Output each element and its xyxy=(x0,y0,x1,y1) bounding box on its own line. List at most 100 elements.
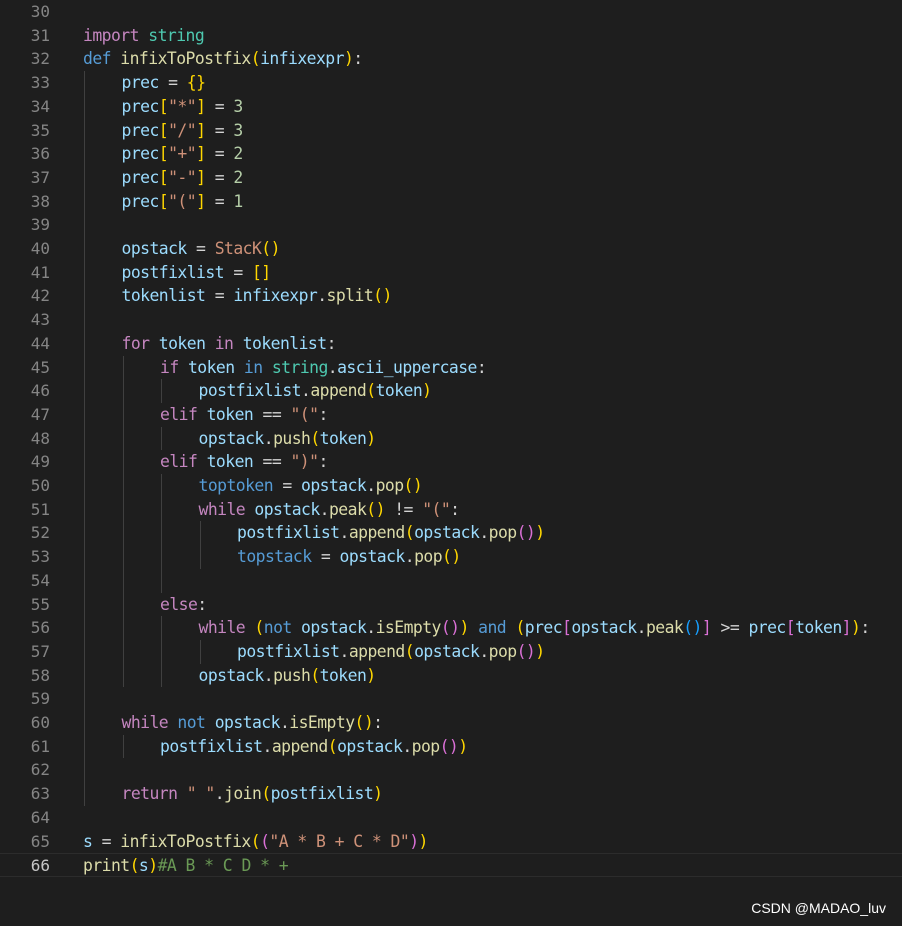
code-token: = xyxy=(205,167,234,187)
code-line[interactable]: 39 xyxy=(0,213,902,237)
code-token: pop xyxy=(488,523,518,543)
line-number: 45 xyxy=(30,357,50,377)
code-editor[interactable]: 30 31 import string 32 def infixToPostfix(in… xyxy=(0,0,902,890)
code-text: return " ".join(postfixlist) xyxy=(122,782,384,806)
indent-guide xyxy=(122,734,124,759)
code-token: s xyxy=(138,856,149,876)
code-token: ] xyxy=(701,618,712,638)
code-token: not xyxy=(177,713,206,732)
code-token: infixexpr xyxy=(260,49,344,69)
line-number: 41 xyxy=(30,262,50,282)
code-token: [ xyxy=(785,618,796,638)
line-number: 50 xyxy=(30,476,50,495)
code-line[interactable]: 56 while (not opstack.isEmpty()) and (pre… xyxy=(0,616,902,640)
code-line[interactable]: 61 postfixlist.append(opstack.pop()) xyxy=(0,735,902,759)
line-number: 54 xyxy=(30,570,50,590)
code-line[interactable]: 41 postfixlist = [] xyxy=(0,261,902,285)
code-token: ( xyxy=(310,665,320,685)
code-line[interactable]: 54 xyxy=(0,569,902,593)
indent-guide xyxy=(161,616,162,688)
code-line[interactable]: 62 xyxy=(0,758,902,782)
code-token: in xyxy=(243,357,263,377)
code-line[interactable]: 45 if token in string.ascii_uppercase: xyxy=(0,356,902,380)
code-token: toptoken xyxy=(198,476,274,495)
code-line[interactable]: 36 prec["+"] = 2 xyxy=(0,142,902,166)
indent-guide xyxy=(84,71,85,806)
code-token: ")" xyxy=(290,452,319,472)
code-line[interactable]: 51 while opstack.peak() != "(": xyxy=(0,498,902,522)
code-line[interactable]: 47 elif token == "(": xyxy=(0,403,902,427)
line-number: 31 xyxy=(30,25,50,45)
code-line[interactable]: 64 xyxy=(0,806,902,830)
code-token: while xyxy=(198,618,246,638)
code-text: import string xyxy=(83,24,205,48)
code-token: token xyxy=(187,357,235,377)
code-text: prec["("] = 1 xyxy=(122,190,244,214)
code-token: : xyxy=(318,404,328,424)
line-number: 52 xyxy=(30,523,50,543)
code-token: >= xyxy=(711,618,749,638)
code-token: 2 xyxy=(233,144,243,164)
code-line[interactable]: 40 opstack = StacK() xyxy=(0,237,902,261)
code-line[interactable]: 43 xyxy=(0,308,902,332)
code-line[interactable]: 30 xyxy=(0,0,902,24)
code-token: {} xyxy=(186,73,206,93)
code-token: topstack xyxy=(237,547,312,567)
code-token: == xyxy=(253,404,291,424)
code-token: ( xyxy=(404,523,415,543)
code-line[interactable]: 38 prec["("] = 1 xyxy=(0,190,902,214)
code-line[interactable]: 49 elif token == ")": xyxy=(0,450,902,474)
code-line[interactable]: 65 s = infixToPostfix(("A * B + C * D")) xyxy=(0,830,902,854)
code-token: ] xyxy=(196,167,206,187)
code-token: () xyxy=(516,523,536,543)
code-line[interactable]: 52 postfixlist.append(opstack.pop()) xyxy=(0,521,902,545)
code-token: opstack xyxy=(414,641,480,661)
code-line[interactable]: 37 prec["-"] = 2 xyxy=(0,166,902,190)
code-token: ) xyxy=(343,49,354,69)
code-line[interactable]: 33 prec = {} xyxy=(0,71,902,95)
line-number: 64 xyxy=(30,807,50,827)
code-line[interactable]: 63 return " ".join(postfixlist) xyxy=(0,782,902,806)
code-token: ] xyxy=(196,191,206,211)
code-line[interactable]: 60 while not opstack.isEmpty(): xyxy=(0,711,902,735)
code-text: postfixlist = [] xyxy=(122,261,272,285)
code-text: opstack.push(token) xyxy=(199,664,377,688)
code-text: prec["-"] = 2 xyxy=(122,166,244,190)
code-token: . xyxy=(327,357,338,377)
code-token: : xyxy=(476,357,487,377)
code-line[interactable]: 31 import string xyxy=(0,24,902,48)
code-line[interactable]: 32 def infixToPostfix(infixexpr): xyxy=(0,47,902,71)
code-line[interactable]: 58 opstack.push(token) xyxy=(0,664,902,688)
code-token: . xyxy=(479,641,489,661)
code-line[interactable]: 35 prec["/"] = 3 xyxy=(0,119,902,143)
code-token: peak xyxy=(328,499,367,519)
code-line[interactable]: 46 postfixlist.append(token) xyxy=(0,379,902,403)
code-token: ) xyxy=(418,831,429,851)
indent-guide xyxy=(199,521,201,569)
code-token: ( xyxy=(515,618,525,638)
code-line[interactable]: 48 opstack.push(token) xyxy=(0,427,902,451)
code-line[interactable]: 59 xyxy=(0,687,902,711)
code-token: token xyxy=(206,404,254,424)
code-line[interactable]: 66 print(s)#A B * C D * + xyxy=(0,853,902,877)
code-token: pop xyxy=(375,476,405,495)
code-line[interactable]: 53 topstack = opstack.pop() xyxy=(0,545,902,569)
code-line[interactable]: 34 prec["*"] = 3 xyxy=(0,95,902,119)
code-token: token xyxy=(319,428,367,448)
code-token: () xyxy=(516,641,536,661)
code-line[interactable]: 44 for token in tokenlist: xyxy=(0,332,902,356)
code-token: . xyxy=(366,618,376,638)
code-token: token xyxy=(375,381,423,401)
code-line[interactable]: 57 postfixlist.append(opstack.pop()) xyxy=(0,640,902,664)
code-text: opstack.push(token) xyxy=(199,427,377,451)
code-token: prec xyxy=(524,618,563,638)
code-line[interactable]: 42 tokenlist = infixexpr.split() xyxy=(0,284,902,308)
code-token: 3 xyxy=(233,120,243,140)
code-token: = xyxy=(273,476,302,495)
code-line[interactable]: 55 else: xyxy=(0,593,902,617)
code-line[interactable]: 50 toptoken = opstack.pop() xyxy=(0,474,902,498)
